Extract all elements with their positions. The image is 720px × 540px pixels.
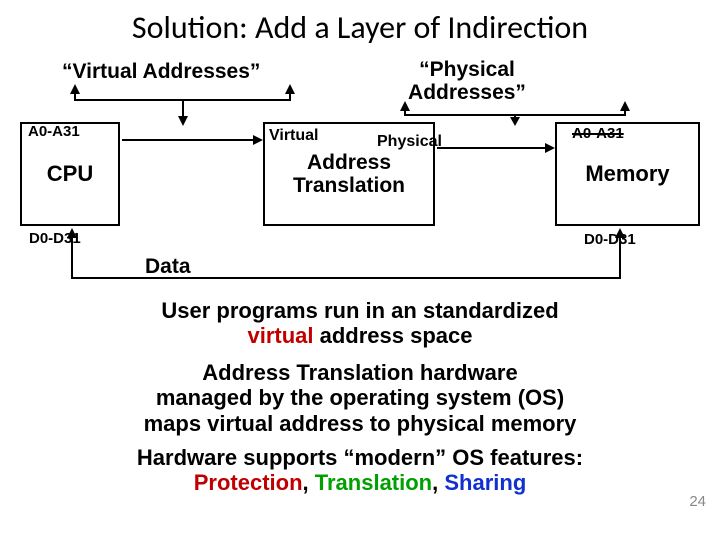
data-bus-left: D0-D31 <box>29 230 81 247</box>
addr-bus-left: A0-A31 <box>28 123 80 140</box>
label-physical-line2: Addresses” <box>408 81 526 104</box>
data-caption: Data <box>145 255 191 279</box>
label-virtual-addresses: “Virtual Addresses” <box>62 60 260 84</box>
body-paragraph-2: Address Translation hardware managed by … <box>0 360 720 436</box>
page-number: 24 <box>689 493 706 510</box>
cpu-label: CPU <box>47 161 93 187</box>
addr-bus-right: A0-A31 <box>572 125 624 142</box>
memory-label: Memory <box>585 161 669 187</box>
body-paragraph-3: Hardware supports “modern” OS features: … <box>0 445 720 496</box>
translation-line2: Translation <box>293 174 405 197</box>
virtual-caption: Virtual <box>269 127 319 145</box>
translation-line1: Address <box>307 151 391 174</box>
label-physical-line1: “Physical <box>419 58 515 81</box>
slide-title: Solution: Add a Layer of Indirection <box>0 0 720 47</box>
label-physical-addresses: “Physical Addresses” <box>402 58 532 104</box>
data-bus-right: D0-D31 <box>584 231 636 248</box>
body-paragraph-1: User programs run in an standardized vir… <box>0 298 720 349</box>
physical-caption: Physical <box>377 133 442 151</box>
